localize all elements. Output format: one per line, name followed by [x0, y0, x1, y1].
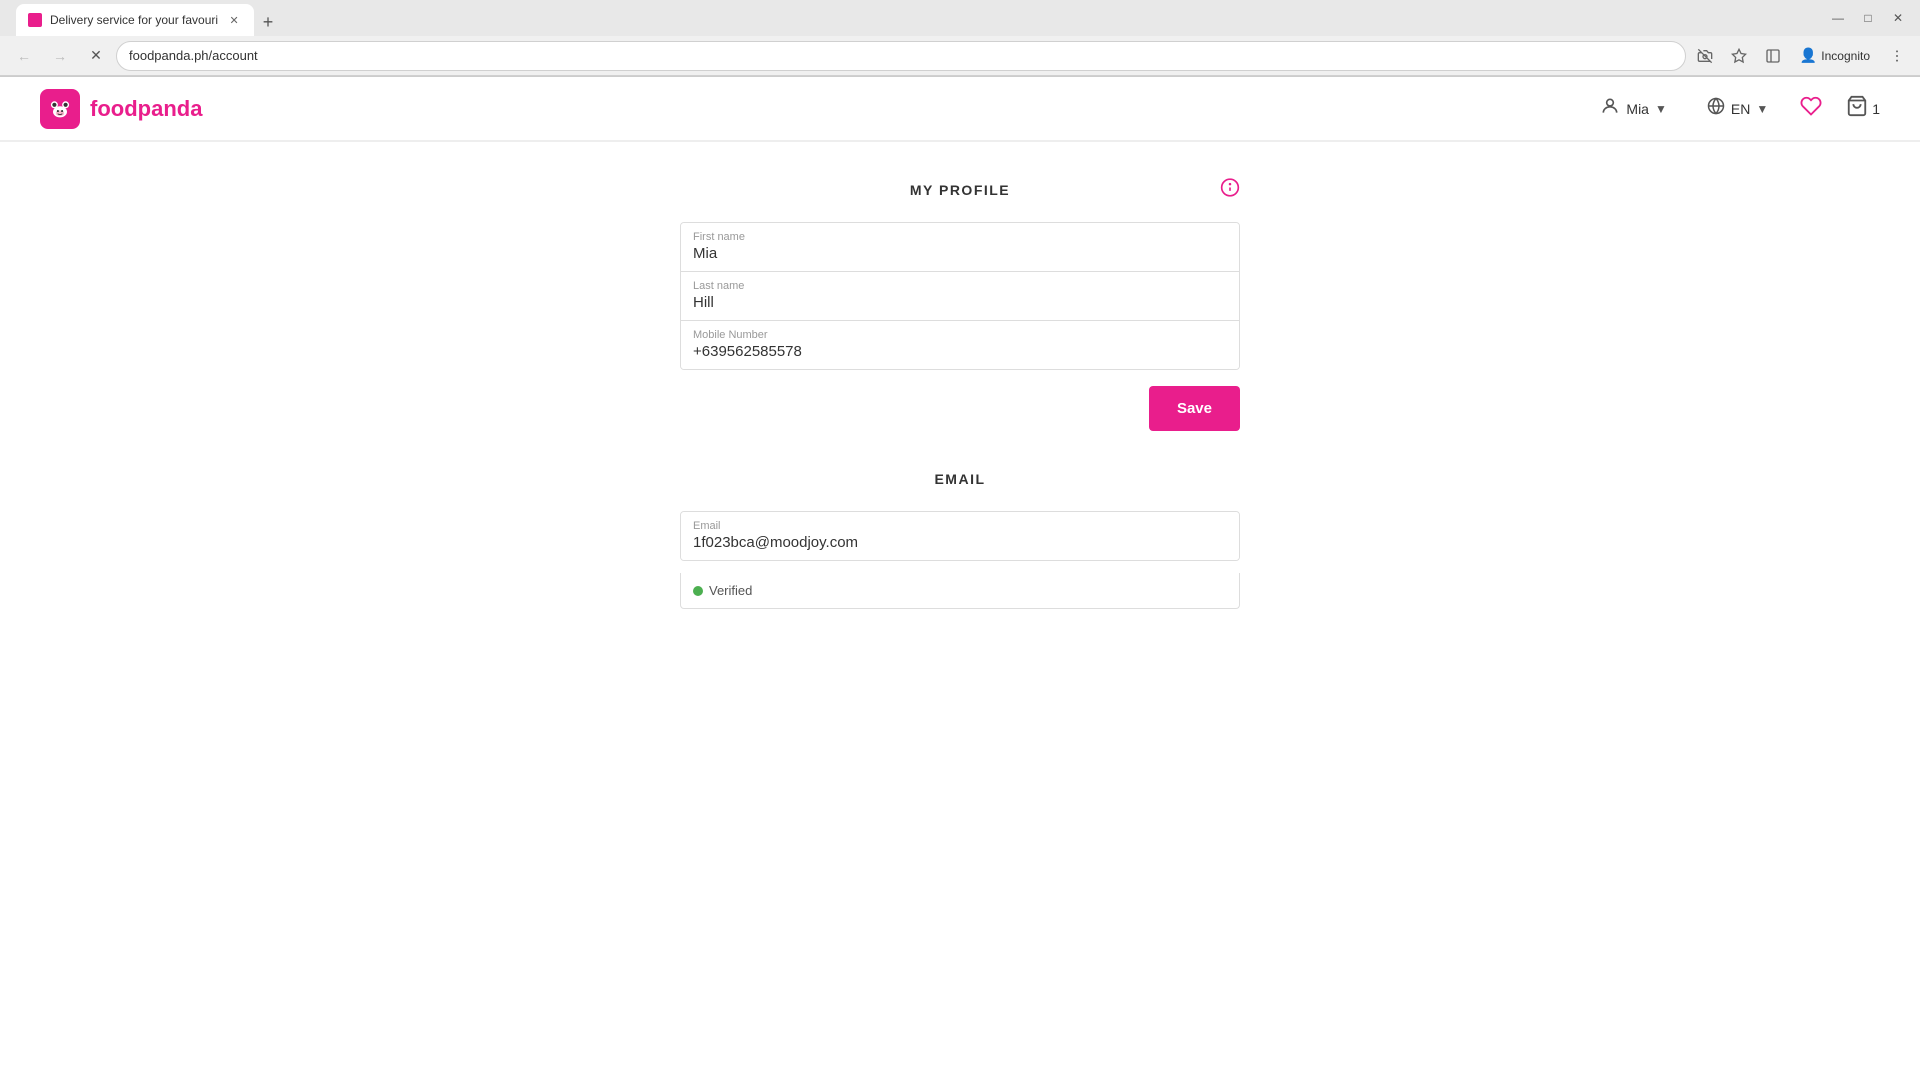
- address-bar: ← → ✕: [0, 36, 1920, 76]
- maximize-button[interactable]: □: [1854, 4, 1882, 32]
- fp-user-menu[interactable]: Mia ▼: [1592, 92, 1674, 125]
- verified-dot: [693, 586, 703, 596]
- email-label: Email: [693, 520, 1227, 532]
- fp-logo-icon: [40, 89, 80, 129]
- verified-badge: Verified: [680, 573, 1240, 609]
- fp-globe-icon: [1707, 97, 1725, 120]
- info-icon[interactable]: [1220, 178, 1240, 203]
- fp-logo-text: foodpanda: [90, 96, 202, 122]
- last-name-field: Last name: [681, 272, 1239, 321]
- menu-button[interactable]: [1882, 41, 1912, 71]
- email-section-title: EMAIL: [680, 471, 1240, 487]
- last-name-label: Last name: [693, 280, 1227, 292]
- address-bar-actions: 👤 Incognito: [1690, 41, 1912, 71]
- tab-title: Delivery service for your favouri: [50, 13, 218, 27]
- back-button[interactable]: ←: [8, 40, 40, 72]
- refresh-button[interactable]: ✕: [80, 40, 112, 72]
- incognito-label: Incognito: [1821, 49, 1870, 63]
- fp-lang-chevron: ▼: [1756, 102, 1768, 116]
- fp-user-chevron: ▼: [1655, 102, 1667, 116]
- browser-titlebar: Delivery service for your favouri ✕ + — …: [0, 0, 1920, 36]
- tab-favicon: [28, 13, 42, 27]
- profile-section: MY PROFILE First name Last nam: [680, 182, 1240, 431]
- fp-cart-icon: [1846, 95, 1868, 123]
- forward-button[interactable]: →: [44, 40, 76, 72]
- sidebar-button[interactable]: [1758, 41, 1788, 71]
- save-button[interactable]: Save: [1149, 386, 1240, 431]
- fp-user-name: Mia: [1626, 101, 1649, 117]
- browser-tab-active[interactable]: Delivery service for your favouri ✕: [16, 4, 254, 36]
- new-tab-button[interactable]: +: [254, 8, 282, 36]
- incognito-profile-button[interactable]: 👤 Incognito: [1792, 43, 1878, 68]
- fp-cart[interactable]: 1: [1846, 95, 1880, 123]
- fp-language-label: EN: [1731, 101, 1750, 117]
- profile-form-fields: First name Last name Mobile Number: [680, 222, 1240, 370]
- fp-user-icon: [1600, 96, 1620, 121]
- first-name-field: First name: [681, 223, 1239, 272]
- save-button-wrapper: Save: [680, 386, 1240, 431]
- fp-header: foodpanda Mia ▼: [0, 77, 1920, 141]
- page-content: foodpanda Mia ▼: [0, 77, 1920, 1045]
- tab-close-button[interactable]: ✕: [226, 12, 242, 28]
- mobile-field: Mobile Number: [681, 321, 1239, 369]
- profile-section-title: MY PROFILE: [910, 182, 1010, 198]
- fp-language-selector[interactable]: EN ▼: [1699, 93, 1776, 124]
- camera-button[interactable]: [1690, 41, 1720, 71]
- email-input[interactable]: [693, 534, 1227, 551]
- browser-chrome: Delivery service for your favouri ✕ + — …: [0, 0, 1920, 77]
- profile-section-title-wrapper: MY PROFILE: [680, 182, 1240, 198]
- fp-logo[interactable]: foodpanda: [40, 89, 202, 129]
- minimize-button[interactable]: —: [1824, 4, 1852, 32]
- email-section: EMAIL Email Verified: [680, 471, 1240, 609]
- fp-header-right: Mia ▼ EN ▼: [1592, 92, 1880, 125]
- url-input[interactable]: [116, 41, 1686, 71]
- fp-favorites-button[interactable]: [1800, 95, 1822, 123]
- bookmark-button[interactable]: [1724, 41, 1754, 71]
- first-name-input[interactable]: [693, 245, 1227, 262]
- fp-cart-count: 1: [1872, 101, 1880, 117]
- first-name-label: First name: [693, 231, 1227, 243]
- email-form-fields: Email: [680, 511, 1240, 561]
- email-field: Email: [681, 512, 1239, 560]
- last-name-input[interactable]: [693, 294, 1227, 311]
- tab-bar: Delivery service for your favouri ✕ +: [8, 0, 290, 36]
- mobile-input[interactable]: [693, 343, 1227, 360]
- verified-label: Verified: [709, 583, 752, 598]
- close-button[interactable]: ✕: [1884, 4, 1912, 32]
- main-content: MY PROFILE First name Last nam: [660, 142, 1260, 649]
- mobile-label: Mobile Number: [693, 329, 1227, 341]
